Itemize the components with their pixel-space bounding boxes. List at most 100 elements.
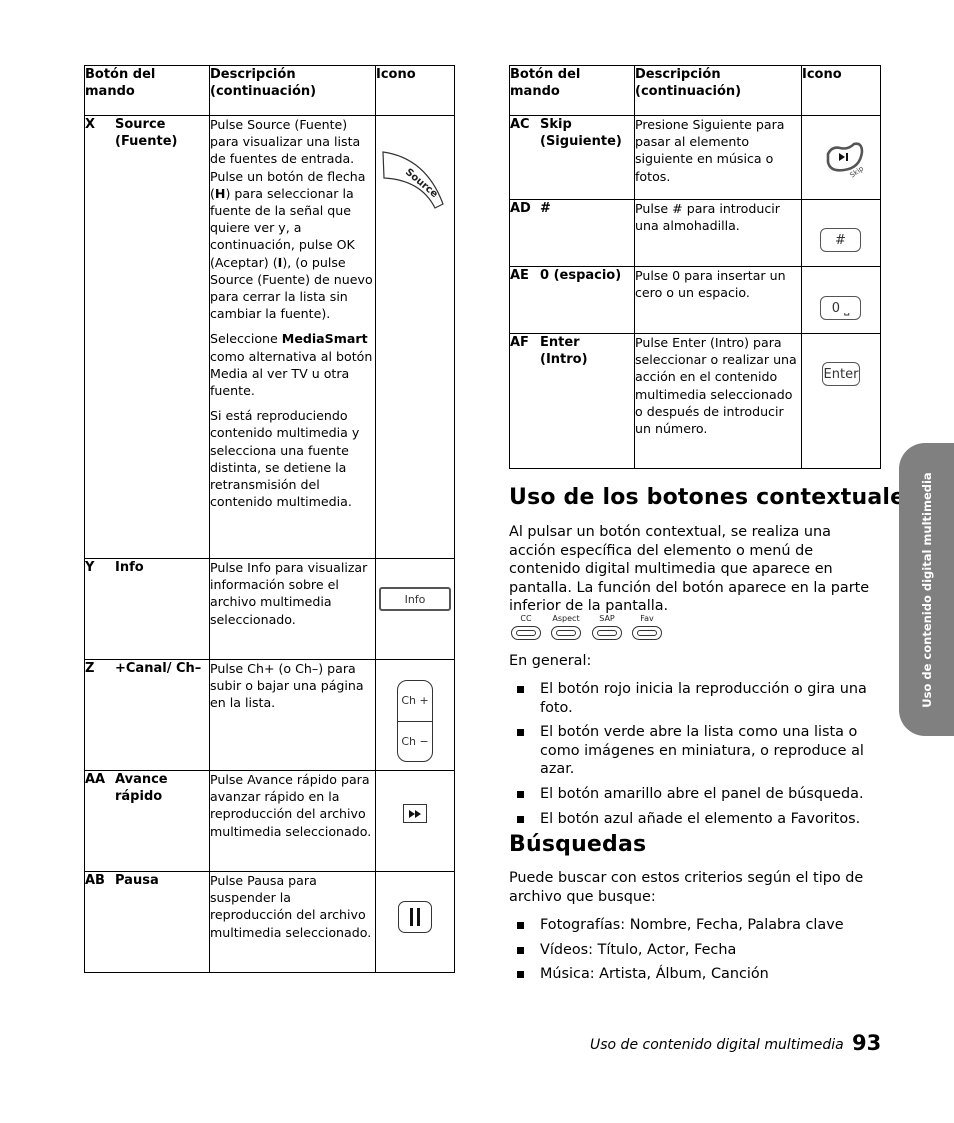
contextual-button-icon [511, 626, 541, 640]
icon-cell: Skip [801, 115, 881, 200]
button-code: Z [85, 661, 95, 676]
source-button-icon: Source [382, 151, 444, 209]
list-item: El botón amarillo abre el panel de búsqu… [509, 785, 879, 804]
contextual-button-icon [592, 626, 622, 640]
list-item: El botón rojo inicia la reproducción o g… [509, 680, 879, 717]
list-item: El botón verde abre la lista como una li… [509, 723, 879, 779]
table-row: X Source (Fuente) Pulse Source (Fuente) p… [84, 115, 455, 559]
bullet-icon [517, 686, 524, 693]
description-paragraph: Pulse Enter (Intro) para seleccionar o r… [635, 335, 797, 437]
button-code: Y [85, 560, 95, 575]
button-name: Source (Fuente) [115, 117, 178, 149]
description-paragraph: Pulse # para introducir una almohadilla. [635, 201, 780, 234]
hash-button-icon: # [820, 228, 861, 252]
table-header-row: Botón del mando Descripción (continuació… [84, 65, 455, 116]
description-paragraph: Si está reproduciendo contenido multimed… [210, 408, 360, 510]
contextual-button-icon [551, 626, 581, 640]
button-name: 0 (espacio) [540, 268, 622, 283]
contextual-heading: Uso de los botones contextuales [509, 485, 919, 510]
table-row: Y Info Pulse Info para visualizar informa… [84, 558, 455, 660]
icon-cell [375, 770, 455, 872]
chapter-side-tab-label: Uso de contenido digital multimedia [919, 471, 934, 708]
list-item: Fotografías: Nombre, Fecha, Palabra clav… [509, 916, 879, 935]
button-code: AA [85, 772, 106, 787]
button-name: Enter (Intro) [540, 335, 588, 367]
button-key: Y Info [84, 558, 210, 660]
button-description: Pulse Pausa para suspender la reproducci… [209, 871, 376, 973]
info-button-icon: Info [379, 587, 451, 611]
description-paragraph: Seleccione MediaSmart como alternativa a… [210, 331, 373, 399]
button-key: AC Skip (Siguiente) [509, 115, 635, 200]
bullet-icon [517, 790, 524, 798]
button-key: AB Pausa [84, 871, 210, 973]
button-name: Info [115, 560, 144, 575]
skip-button-icon: Skip [826, 142, 866, 178]
bullet-icon [517, 971, 524, 979]
button-key: AF Enter (Intro) [509, 333, 635, 469]
contextual-button-label: Fav [640, 614, 654, 623]
page-number: 93 [852, 1031, 882, 1055]
button-code: AC [510, 117, 530, 132]
button-description: Pulse Ch+ (o Ch–) para subir o bajar una… [209, 659, 376, 771]
table-row: AF Enter (Intro) Pulse Enter (Intro) para… [509, 333, 881, 469]
table-row: AE 0 (espacio) Pulse 0 para insertar un c… [509, 266, 881, 334]
list-item: Vídeos: Título, Actor, Fecha [509, 941, 879, 960]
list-item: El botón azul añade el elemento a Favori… [509, 810, 879, 829]
button-code: AB [85, 873, 105, 888]
button-key: AE 0 (espacio) [509, 266, 635, 334]
button-code: AF [510, 335, 529, 350]
table-row: AA Avance rápido Pulse Avance rápido para… [84, 770, 455, 872]
search-intro: Puede buscar con estos criterios según e… [509, 870, 864, 905]
enter-button-icon: Enter [822, 362, 860, 386]
button-name: Pausa [115, 873, 159, 888]
button-key: X Source (Fuente) [84, 115, 210, 559]
description-paragraph: Presione Siguiente para pasar al element… [635, 117, 785, 184]
chapter-side-tab: Uso de contenido digital multimedia [899, 443, 954, 736]
general-label: En general: [509, 653, 592, 669]
contextual-button-cc: CC [511, 614, 541, 640]
description-paragraph: Pulse Avance rápido para avanzar rápido … [210, 772, 372, 839]
button-key: AD # [509, 199, 635, 267]
description-paragraph: Pulse Source (Fuente) para visualizar un… [210, 117, 373, 322]
footer-section-title: Uso de contenido digital multimedia [590, 1037, 844, 1053]
button-description: Pulse Enter (Intro) para seleccionar o r… [634, 333, 802, 469]
remote-buttons-table-left: Botón del mando Descripción (continuació… [84, 65, 455, 973]
bullet-icon [517, 729, 524, 737]
icon-cell: Ch + Ch − [375, 659, 455, 771]
button-description: Pulse 0 para insertar un cero o un espac… [634, 266, 802, 334]
icon-cell: Enter [801, 333, 881, 469]
info-icon-label: Info [404, 592, 426, 606]
bullet-icon [517, 922, 524, 929]
icon-cell [375, 871, 455, 973]
button-description: Presione Siguiente para pasar al element… [634, 115, 802, 200]
button-description: Pulse Info para visualizar información s… [209, 558, 376, 660]
channel-up-label: Ch + [398, 681, 432, 722]
table-header-row: Botón del mando Descripción (continuació… [509, 65, 881, 116]
description-paragraph: Pulse Ch+ (o Ch–) para subir o bajar una… [210, 661, 364, 711]
button-name: Skip (Siguiente) [540, 117, 622, 149]
icon-cell: # [801, 199, 881, 267]
header-icon: Icono [801, 65, 881, 116]
contextual-button-fav: Fav [632, 614, 662, 640]
channel-button-icon: Ch + Ch − [397, 680, 433, 762]
hash-icon-label: # [835, 232, 846, 248]
table-row: Z +Canal/ Ch– Pulse Ch+ (o Ch–) para subi… [84, 659, 455, 771]
header-description: Descripción (continuación) [209, 65, 376, 116]
button-description: Pulse # para introducir una almohadilla. [634, 199, 802, 267]
description-paragraph: Pulse Info para visualizar información s… [210, 560, 368, 627]
search-bullets: Fotografías: Nombre, Fecha, Palabra clav… [509, 916, 879, 990]
fast-forward-icon [403, 804, 427, 823]
search-heading: Búsquedas [509, 832, 647, 857]
button-description: Pulse Source (Fuente) para visualizar un… [209, 115, 376, 559]
contextual-button-label: SAP [599, 614, 615, 623]
list-item: Música: Artista, Álbum, Canción [509, 965, 879, 984]
button-code: AE [510, 268, 529, 283]
button-name: Avance rápido [115, 772, 168, 804]
contextual-bullets: El botón rojo inicia la reproducción o g… [509, 680, 879, 834]
channel-down-label: Ch − [401, 735, 429, 748]
contextual-button-label: Aspect [552, 614, 580, 623]
button-code: X [85, 117, 96, 132]
contextual-button-icon [632, 626, 662, 640]
button-description: Pulse Avance rápido para avanzar rápido … [209, 770, 376, 872]
zero-space-button-icon: 0 ⎵ [820, 296, 861, 320]
